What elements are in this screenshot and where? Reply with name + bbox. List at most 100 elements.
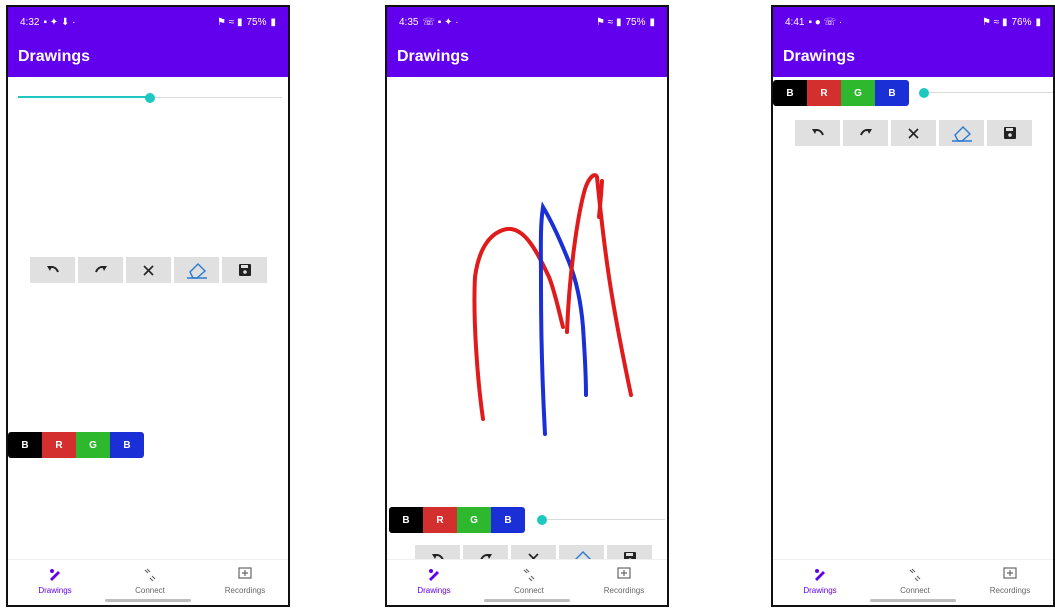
undo-icon <box>46 265 60 275</box>
home-indicator[interactable] <box>105 599 191 602</box>
nav-label: Connect <box>135 586 165 595</box>
nav-label: Recordings <box>224 586 266 595</box>
color-button-blue[interactable]: B <box>110 432 144 458</box>
color-button-red[interactable]: R <box>807 80 841 106</box>
bottom-navigation: Drawings Connect Recordings <box>387 559 667 605</box>
signal-icons: ⚑ ≈ ▮ <box>216 16 243 28</box>
redo-button[interactable] <box>78 257 123 283</box>
phone-screen-2: 4:35 ☏ ▪ ✦ · ⚑ ≈ ▮ 75% ▮ Drawings B R G … <box>385 5 669 607</box>
redo-icon <box>859 128 873 138</box>
save-icon <box>238 264 251 276</box>
color-button-blue[interactable]: B <box>491 507 525 533</box>
nav-item-recordings[interactable]: Recordings <box>975 567 1045 595</box>
undo-button[interactable] <box>795 120 840 146</box>
red-stroke-1 <box>472 226 565 421</box>
status-time: 4:32 <box>20 16 40 28</box>
eraser-icon <box>186 261 208 279</box>
recordings-icon <box>617 567 631 583</box>
draw-icon <box>48 567 62 583</box>
close-icon <box>143 264 154 276</box>
signal-icons: ⚑ ≈ ▮ <box>595 16 622 28</box>
page-title: Drawings <box>18 48 91 65</box>
nav-item-recordings[interactable]: Recordings <box>589 567 659 595</box>
slider-thumb[interactable] <box>537 515 547 525</box>
stroke-width-slider[interactable] <box>919 86 1053 100</box>
color-button-black[interactable]: B <box>8 432 42 458</box>
redo-button[interactable] <box>843 120 888 146</box>
color-button-red[interactable]: R <box>423 507 457 533</box>
nav-label: Recordings <box>989 586 1031 595</box>
undo-button[interactable] <box>30 257 75 283</box>
recordings-icon <box>1003 567 1017 583</box>
notification-icons: ▪ ✦ ⬇ · <box>43 16 76 28</box>
undo-icon <box>811 128 825 138</box>
eraser-button[interactable] <box>174 257 219 283</box>
slider-track <box>919 92 1053 93</box>
nav-item-connect[interactable]: Connect <box>115 567 185 595</box>
color-button-blue[interactable]: B <box>875 80 909 106</box>
tool-bar <box>30 257 267 283</box>
phone-screen-1: 4:32 ▪ ✦ ⬇ · ⚑ ≈ ▮ 75% ▮ Drawings B R G … <box>6 5 290 607</box>
slider-fill <box>18 96 150 98</box>
clear-button[interactable] <box>126 257 171 283</box>
nav-label: Connect <box>514 586 544 595</box>
drawing-canvas[interactable] <box>387 77 667 507</box>
nav-label: Drawings <box>803 586 837 595</box>
color-button-black[interactable]: B <box>389 507 423 533</box>
redo-icon <box>94 265 108 275</box>
battery-level: 75% <box>246 16 267 28</box>
color-button-black[interactable]: B <box>773 80 807 106</box>
app-bar: Drawings <box>8 37 288 77</box>
app-bar: Drawings <box>387 37 667 77</box>
nav-item-drawings[interactable]: Drawings <box>785 567 855 595</box>
status-time: 4:41 <box>785 16 805 28</box>
draw-icon <box>427 567 441 583</box>
home-indicator[interactable] <box>870 599 956 602</box>
color-button-green[interactable]: G <box>457 507 491 533</box>
status-bar: 4:41 ▪ ● ☏ · ⚑ ≈ ▮ 76% ▮ <box>773 7 1053 37</box>
color-button-green[interactable]: G <box>841 80 875 106</box>
nav-item-recordings[interactable]: Recordings <box>210 567 280 595</box>
stroke-width-slider[interactable] <box>537 513 665 527</box>
page-title: Drawings <box>397 48 470 65</box>
recordings-icon <box>238 567 252 583</box>
nav-label: Drawings <box>38 586 72 595</box>
tool-bar <box>795 120 1032 146</box>
status-bar: 4:35 ☏ ▪ ✦ · ⚑ ≈ ▮ 75% ▮ <box>387 7 667 37</box>
slider-thumb[interactable] <box>919 88 929 98</box>
nav-item-connect[interactable]: Connect <box>494 567 564 595</box>
nav-item-drawings[interactable]: Drawings <box>20 567 90 595</box>
color-button-green[interactable]: G <box>76 432 110 458</box>
signal-icons: ⚑ ≈ ▮ <box>981 16 1008 28</box>
nav-label: Recordings <box>603 586 645 595</box>
clear-button[interactable] <box>891 120 936 146</box>
connect-icon <box>522 567 536 583</box>
save-button[interactable] <box>987 120 1032 146</box>
nav-item-connect[interactable]: Connect <box>880 567 950 595</box>
blue-stroke <box>538 201 588 436</box>
connect-icon <box>908 567 922 583</box>
eraser-icon <box>951 124 973 142</box>
battery-icon: ▮ <box>649 16 655 28</box>
home-indicator[interactable] <box>484 599 570 602</box>
save-button[interactable] <box>222 257 267 283</box>
connect-icon <box>143 567 157 583</box>
draw-icon <box>813 567 827 583</box>
save-icon <box>1003 127 1016 139</box>
close-icon <box>908 127 919 139</box>
battery-icon: ▮ <box>1035 16 1041 28</box>
eraser-button[interactable] <box>939 120 984 146</box>
stroke-width-slider[interactable] <box>18 91 282 105</box>
app-bar: Drawings <box>773 37 1053 77</box>
color-button-red[interactable]: R <box>42 432 76 458</box>
page-title: Drawings <box>783 48 856 65</box>
slider-thumb[interactable] <box>145 93 155 103</box>
phone-screen-3: 4:41 ▪ ● ☏ · ⚑ ≈ ▮ 76% ▮ Drawings B R G … <box>771 5 1055 607</box>
color-picker: B R G B <box>389 507 525 533</box>
nav-item-drawings[interactable]: Drawings <box>399 567 469 595</box>
color-picker: B R G B <box>8 432 144 458</box>
bottom-navigation: Drawings Connect Recordings <box>8 559 288 605</box>
notification-icons: ▪ ● ☏ · <box>808 16 843 28</box>
color-picker: B R G B <box>773 80 909 106</box>
battery-level: 76% <box>1011 16 1032 28</box>
